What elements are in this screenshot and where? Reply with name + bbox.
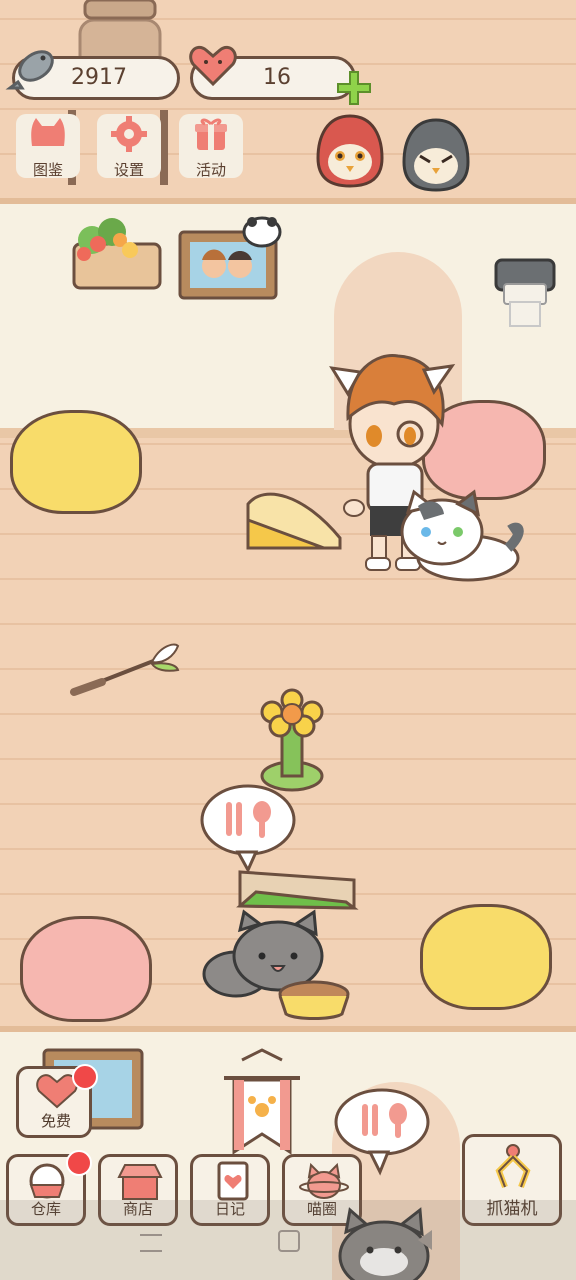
settings-button[interactable]: 设置 <box>97 114 161 179</box>
nav-home-icon[interactable] <box>278 1230 300 1252</box>
yellow-beanbag-bottom[interactable] <box>420 904 552 1010</box>
cheese-scratcher <box>246 492 342 550</box>
heart-count: 16 <box>263 65 291 90</box>
red-owl-doll[interactable] <box>316 114 384 188</box>
warehouse-notification-dot <box>66 1150 92 1176</box>
gift-icon <box>195 118 227 150</box>
pink-beanbag-bottom[interactable] <box>20 916 152 1022</box>
food-bowl <box>278 980 350 1020</box>
cat-planet-icon <box>299 1162 349 1199</box>
events-label: 活动 <box>195 161 226 179</box>
paw-banner <box>224 1048 300 1155</box>
yellow-beanbag-left[interactable] <box>10 410 142 514</box>
fish-icon <box>5 50 54 90</box>
crocodile-scratcher <box>236 870 359 910</box>
free-notification-dot <box>72 1064 98 1090</box>
gray-owl-doll[interactable] <box>402 118 470 192</box>
wall-lamp <box>494 258 556 327</box>
flower-planter <box>72 218 162 290</box>
heart-icon <box>189 45 237 87</box>
settings-label: 设置 <box>113 161 144 179</box>
claw-icon <box>495 1144 531 1189</box>
feather-wand-toy[interactable] <box>66 640 182 702</box>
flower-cat-post <box>260 688 324 792</box>
fish-count: 2917 <box>71 65 127 90</box>
cat-head-icon <box>31 118 65 146</box>
system-navigation-bar <box>0 1200 576 1280</box>
diary-book-icon <box>217 1161 249 1201</box>
gear-icon <box>111 116 147 152</box>
rice-bowl-icon <box>29 1163 65 1199</box>
nav-back-icon[interactable] <box>418 1230 432 1250</box>
shop-stall-icon <box>117 1164 163 1200</box>
collection-label: 图鉴 <box>32 161 63 179</box>
white-gray-cat[interactable] <box>398 489 524 584</box>
free-label: 免费 <box>40 1112 71 1130</box>
events-button[interactable]: 活动 <box>179 114 243 179</box>
nav-menu-icon[interactable] <box>140 1234 162 1252</box>
collection-button[interactable]: 图鉴 <box>16 114 80 179</box>
framed-photo <box>178 216 282 300</box>
plus-icon[interactable] <box>336 70 372 106</box>
food-request-bubble[interactable] <box>198 782 298 874</box>
